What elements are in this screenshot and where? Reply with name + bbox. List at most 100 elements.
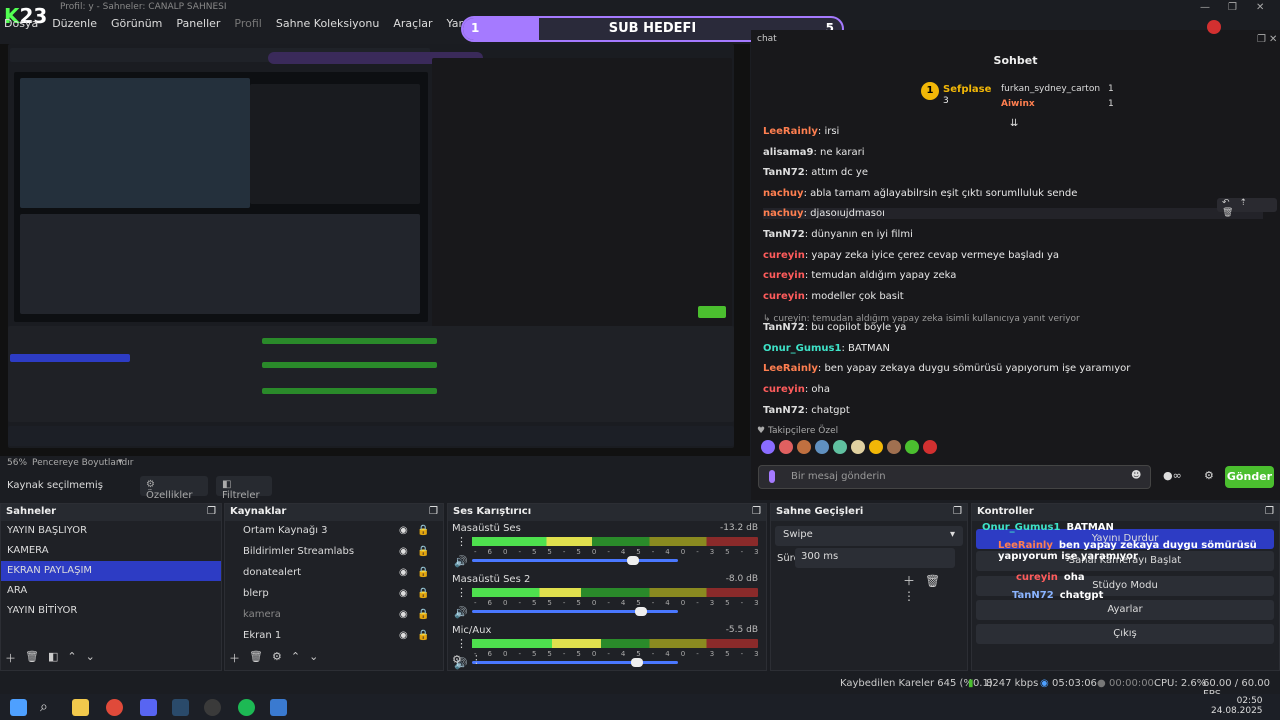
volume-slider-handle[interactable] — [634, 607, 647, 616]
more-icon[interactable]: ⋮ — [471, 653, 482, 666]
undock-icon[interactable]: ❐ — [953, 506, 962, 517]
speaker-icon[interactable]: 🔊 — [454, 555, 468, 568]
control-button[interactable]: Ayarlar — [976, 600, 1274, 620]
steam-icon[interactable] — [172, 699, 189, 716]
menu-3[interactable]: Paneller — [176, 17, 220, 30]
add-scene-icon[interactable]: ＋ — [5, 650, 16, 666]
lock-icon[interactable]: 🔒 — [417, 542, 429, 562]
filter-icon[interactable]: ◧ — [48, 650, 58, 666]
control-button[interactable]: Çıkış — [976, 624, 1274, 644]
menu-6[interactable]: Araçlar — [393, 17, 432, 30]
chat-username[interactable]: nachuy — [763, 208, 804, 219]
gear-icon[interactable]: ⚙ — [272, 650, 282, 666]
move-down-icon[interactable]: ⌄ — [309, 650, 318, 666]
chat-username[interactable]: LeeRainly — [763, 126, 818, 137]
remove-transition-icon[interactable]: 🗑 — [925, 574, 950, 588]
menu-4[interactable]: Profil — [234, 17, 261, 30]
chat-username[interactable]: TanN72 — [763, 405, 805, 416]
chat-username[interactable]: cureyin — [763, 384, 805, 395]
obs-icon[interactable] — [204, 699, 221, 716]
chat-username[interactable]: cureyin — [763, 270, 805, 281]
scene-item[interactable]: YAYIN BAŞLIYOR — [1, 521, 221, 541]
add-source-icon[interactable]: ＋ — [229, 650, 240, 666]
undock-icon[interactable]: ❐ — [752, 506, 761, 517]
close-icon[interactable]: ✕ — [1256, 2, 1264, 13]
close-dock-icon[interactable]: ✕ — [1269, 34, 1277, 45]
menu-2[interactable]: Görünüm — [111, 17, 162, 30]
chat-username[interactable]: cureyin — [763, 250, 805, 261]
source-item[interactable]: kamera ◉ 🔒 — [225, 605, 443, 626]
source-item[interactable]: Ekran 1 ◉ 🔒 — [225, 626, 443, 647]
remove-source-icon[interactable]: 🗑 — [249, 650, 263, 666]
source-item[interactable]: Ortam Kaynağı 3 ◉ 🔒 — [225, 521, 443, 542]
lock-icon[interactable]: 🔒 — [417, 605, 429, 625]
undock-icon[interactable]: ❐ — [207, 506, 216, 517]
move-down-icon[interactable]: ⌄ — [86, 650, 95, 666]
volume-slider-handle[interactable] — [626, 556, 639, 565]
discord-icon[interactable] — [140, 699, 157, 716]
start-icon[interactable] — [10, 699, 27, 716]
menu-5[interactable]: Sahne Koleksiyonu — [276, 17, 380, 30]
chat-username[interactable]: LeeRainly — [763, 363, 818, 374]
scene-item[interactable]: YAYIN BİTİYOR — [1, 601, 221, 621]
maximize-icon[interactable]: ❐ — [1228, 2, 1237, 13]
source-item[interactable]: blerp ◉ 🔒 — [225, 584, 443, 605]
visibility-icon[interactable]: ◉ — [399, 626, 408, 646]
visibility-icon[interactable]: ◉ — [399, 542, 408, 562]
source-item[interactable]: donatealert ◉ 🔒 — [225, 563, 443, 584]
properties-button[interactable]: ⚙ Özellikler — [140, 476, 208, 501]
menu-1[interactable]: Düzenle — [52, 17, 97, 30]
duration-input[interactable]: 300 ms — [795, 548, 955, 568]
chevron-down-icon[interactable]: ▾ — [118, 457, 123, 467]
volume-slider[interactable] — [472, 556, 678, 565]
volume-slider[interactable] — [472, 607, 678, 616]
add-transition-icon[interactable]: ＋ — [903, 574, 925, 588]
chat-username[interactable]: Onur_Gumus1 — [763, 343, 841, 354]
lock-icon[interactable]: 🔒 — [417, 626, 429, 646]
undock-icon[interactable]: ❐ — [1265, 506, 1274, 517]
more-icon[interactable]: ⋮ — [456, 535, 467, 548]
chat-settings-icon[interactable]: ⚙ — [1204, 469, 1214, 482]
spotify-icon[interactable] — [238, 699, 255, 716]
explorer-icon[interactable] — [72, 699, 89, 716]
preview-canvas[interactable] — [0, 44, 750, 456]
scene-item[interactable]: EKRAN PAYLAŞIM — [1, 561, 221, 581]
undock-icon[interactable]: ❐ — [429, 506, 438, 517]
move-up-icon[interactable]: ⌃ — [67, 650, 76, 666]
visibility-icon[interactable]: ◉ — [399, 605, 408, 625]
scene-item[interactable]: KAMERA — [1, 541, 221, 561]
source-item[interactable]: Bildirimler Streamlabs ◉ 🔒 — [225, 542, 443, 563]
menu-0[interactable]: Dosya — [4, 17, 38, 30]
collapse-icon[interactable]: ⇊ — [1010, 118, 1018, 129]
points-icon[interactable]: ●∞ — [1163, 469, 1182, 482]
lock-icon[interactable]: 🔒 — [417, 584, 429, 604]
send-button[interactable]: Gönder — [1225, 466, 1274, 488]
more-icon[interactable]: ⋮ — [903, 589, 925, 603]
gear-icon[interactable]: ⚙ — [452, 653, 462, 666]
lock-icon[interactable]: 🔒 — [417, 521, 429, 541]
filters-button[interactable]: ◧ Filtreler — [216, 476, 272, 501]
chat-input[interactable]: Bir mesaj gönderin ☻ — [758, 465, 1151, 489]
message-actions[interactable]: ↶⇡🗑 — [1217, 198, 1277, 218]
emoji-icon[interactable]: ☻ — [1131, 470, 1141, 481]
chat-username[interactable]: cureyin — [763, 291, 805, 302]
more-icon[interactable]: ⋮ — [456, 586, 467, 599]
undock-icon[interactable]: ❐ — [1257, 34, 1266, 45]
visibility-icon[interactable]: ◉ — [399, 521, 408, 541]
transition-select[interactable]: Swipe ▾ — [775, 526, 963, 546]
app-icon[interactable] — [270, 699, 287, 716]
scene-item[interactable]: ARA — [1, 581, 221, 601]
remove-scene-icon[interactable]: 🗑 — [25, 650, 39, 666]
search-icon[interactable]: ⌕ — [40, 699, 57, 716]
lock-icon[interactable]: 🔒 — [417, 563, 429, 583]
chat-username[interactable]: nachuy — [763, 188, 804, 199]
chrome-icon[interactable] — [106, 699, 123, 716]
volume-slider-handle[interactable] — [630, 658, 643, 667]
chat-username[interactable]: alisama9 — [763, 147, 813, 158]
minimize-icon[interactable]: — — [1200, 2, 1210, 13]
visibility-icon[interactable]: ◉ — [399, 563, 408, 583]
chat-username[interactable]: TanN72 — [763, 167, 805, 178]
volume-slider[interactable] — [472, 658, 678, 667]
chat-username[interactable]: TanN72 — [763, 229, 805, 240]
speaker-icon[interactable]: 🔊 — [454, 606, 468, 619]
